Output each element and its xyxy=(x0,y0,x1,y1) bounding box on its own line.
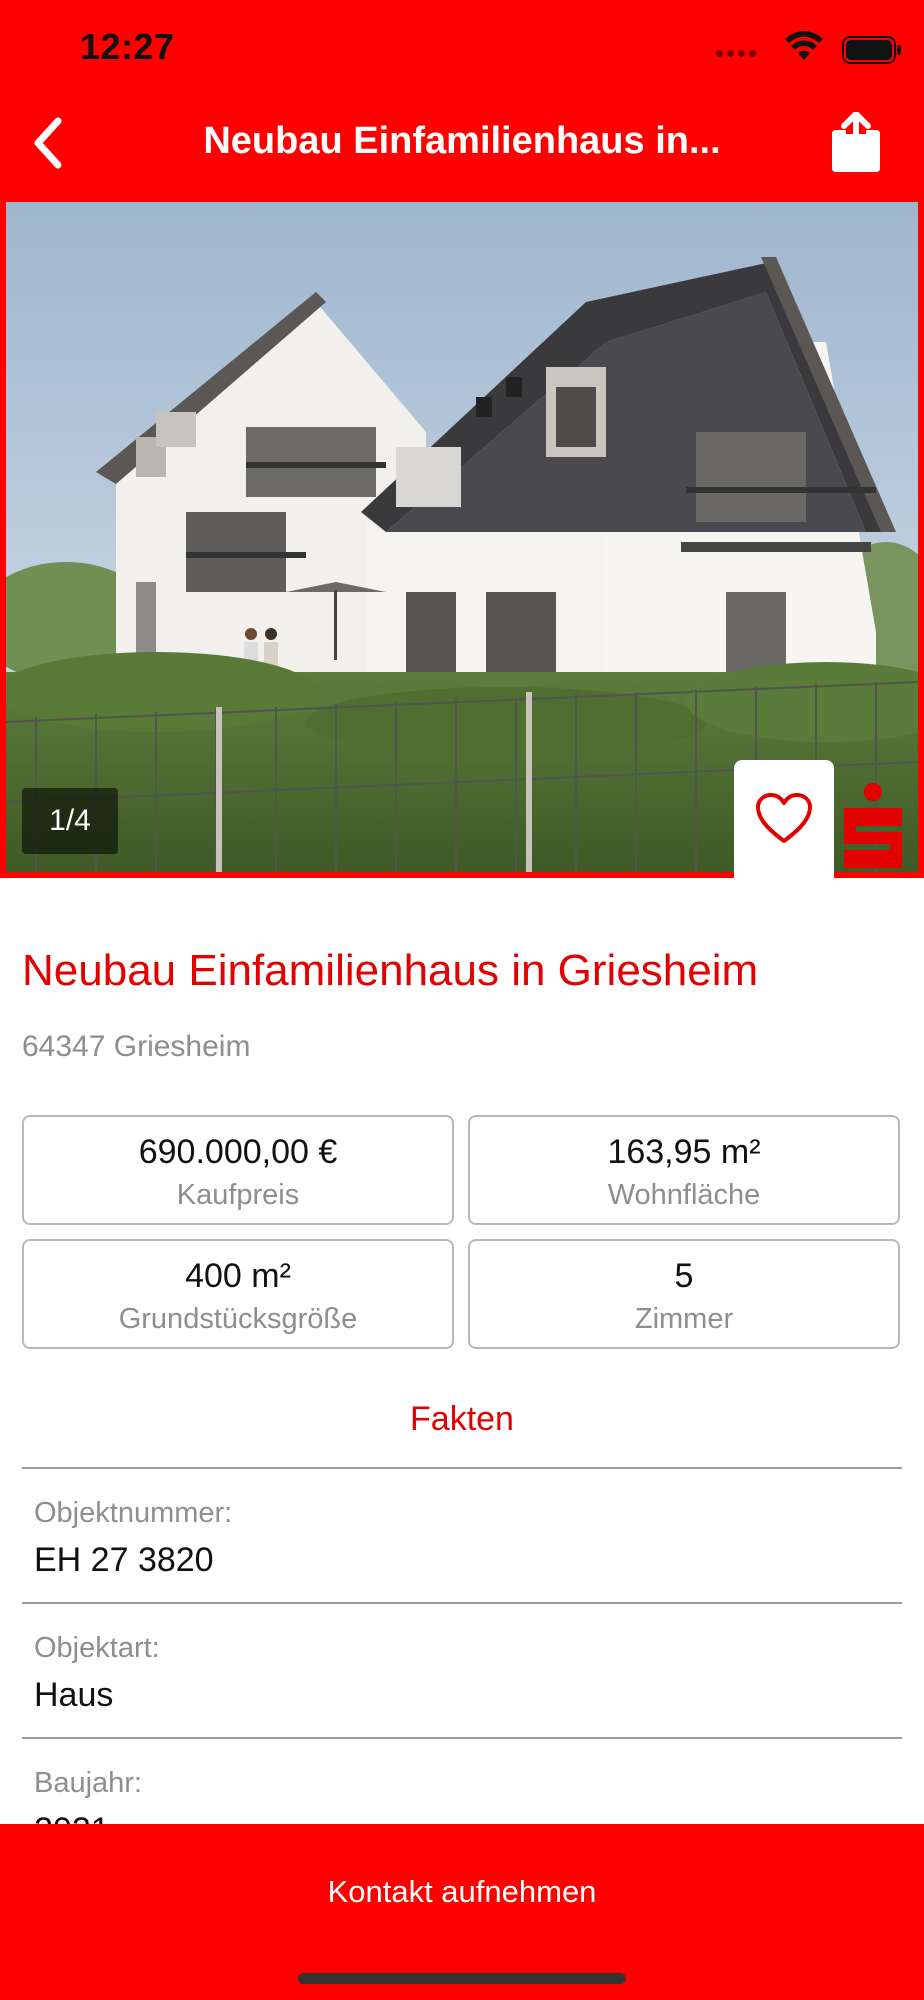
contact-button[interactable]: Kontakt aufnehmen xyxy=(0,1824,924,2000)
facts-section-title: Fakten xyxy=(410,1400,514,1438)
stat-value: 5 xyxy=(674,1257,694,1295)
stat-price: 690.000,00 € Kaufpreis xyxy=(22,1115,454,1225)
fact-value-object-type: Haus xyxy=(34,1676,114,1714)
stat-value: 400 m² xyxy=(185,1257,291,1295)
divider xyxy=(22,1467,902,1469)
status-time: 12:27 xyxy=(80,26,175,67)
sparkasse-logo xyxy=(844,783,902,868)
fact-label-object-type: Objektart: xyxy=(34,1632,160,1664)
heart-icon xyxy=(756,793,812,843)
wifi-icon xyxy=(785,31,823,60)
back-button[interactable] xyxy=(30,115,80,175)
fact-value-object-number: EH 27 3820 xyxy=(34,1541,214,1579)
listing-title: Neubau Einfamilienhaus in Griesheim xyxy=(22,946,759,995)
fact-label-year-built: Baujahr: xyxy=(34,1767,143,1799)
image-counter: 1/4 xyxy=(22,788,118,854)
battery-icon xyxy=(842,36,901,64)
stat-rooms: 5 Zimmer xyxy=(468,1239,900,1349)
divider xyxy=(22,1737,902,1739)
stat-value: 690.000,00 € xyxy=(138,1133,338,1171)
status-icons xyxy=(664,30,924,70)
stat-plot-size: 400 m² Grundstücksgröße xyxy=(22,1239,454,1349)
fact-label-object-number: Objektnummer: xyxy=(34,1497,233,1529)
stat-label: Grundstücksgröße xyxy=(118,1303,358,1335)
share-icon xyxy=(832,111,880,172)
signal-dots-icon xyxy=(716,44,760,62)
listing-address: 64347 Griesheim xyxy=(22,1030,251,1063)
share-button[interactable] xyxy=(828,111,884,174)
nav-title: Neubau Einfamilienhaus in... xyxy=(203,120,721,162)
stat-living-area: 163,95 m² Wohnfläche xyxy=(468,1115,900,1225)
top-bar: 12:27 Neubau Einfamilienhaus in... xyxy=(0,0,924,202)
divider xyxy=(22,1602,902,1604)
favorite-button[interactable] xyxy=(734,760,834,878)
stat-label: Zimmer xyxy=(634,1303,734,1335)
contact-button-label: Kontakt aufnehmen xyxy=(327,1874,597,1909)
stat-label: Wohnfläche xyxy=(607,1179,761,1211)
back-chevron-icon xyxy=(34,117,62,169)
home-indicator xyxy=(298,1973,626,1984)
stat-value: 163,95 m² xyxy=(607,1133,761,1171)
stat-label: Kaufpreis xyxy=(176,1179,300,1211)
